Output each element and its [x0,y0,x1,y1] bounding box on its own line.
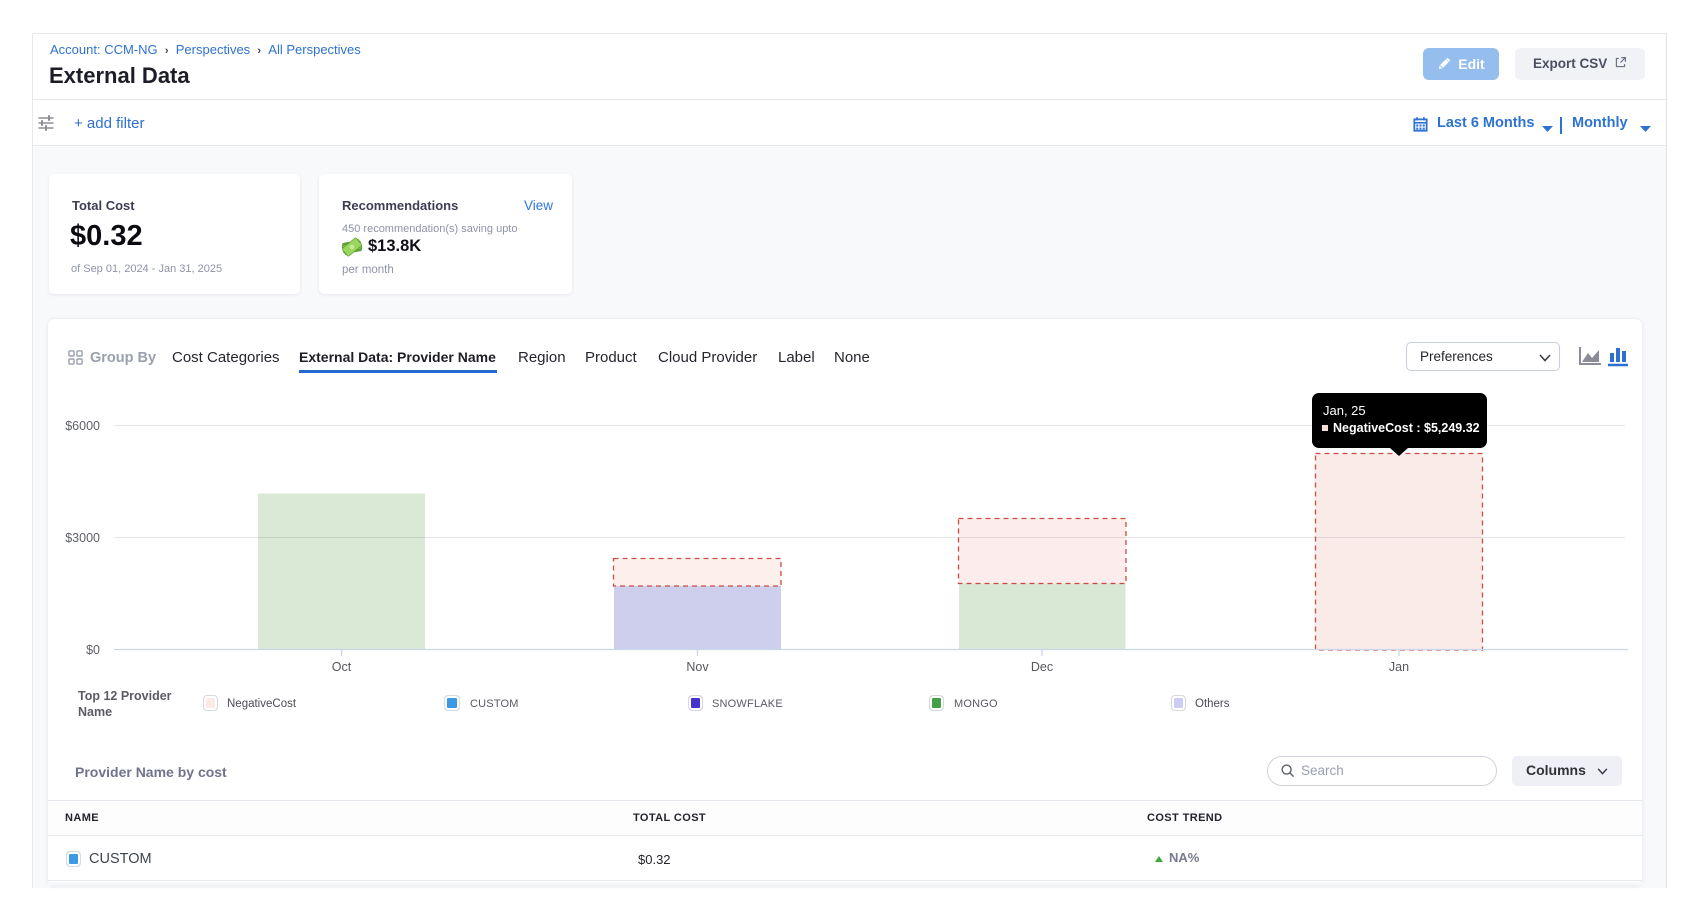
svg-text:Nov: Nov [686,660,709,674]
svg-text:Oct: Oct [332,660,352,674]
svg-text:$3000: $3000 [65,531,100,545]
svg-text:Jan: Jan [1389,660,1409,674]
svg-text:$6000: $6000 [65,419,100,433]
svg-text:Dec: Dec [1031,660,1053,674]
svg-text:$0: $0 [86,643,100,657]
